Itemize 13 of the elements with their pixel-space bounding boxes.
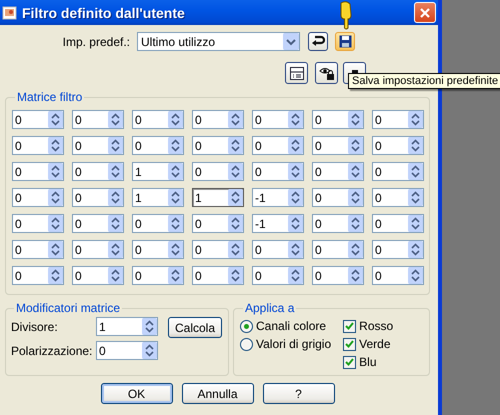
tooltip: Salva impostazioni predefinite (348, 73, 500, 89)
option-label: Blu (359, 355, 376, 369)
option-label: Valori di grigio (256, 337, 332, 351)
option-label: Rosso (359, 319, 394, 333)
option-label: Canali colore (256, 319, 326, 333)
window-title: Filtro definito dall'utente (22, 4, 185, 20)
field-label: Polarizzazione: (11, 344, 94, 358)
group-title: Modificatori matrice (15, 301, 122, 315)
option-label: Verde (359, 337, 391, 351)
preset-label: Imp. predef.: (62, 34, 130, 48)
group-title: Applica a (244, 301, 296, 315)
field-label: Divisore: (11, 320, 59, 334)
group-title: Matrice filtro (16, 90, 84, 104)
